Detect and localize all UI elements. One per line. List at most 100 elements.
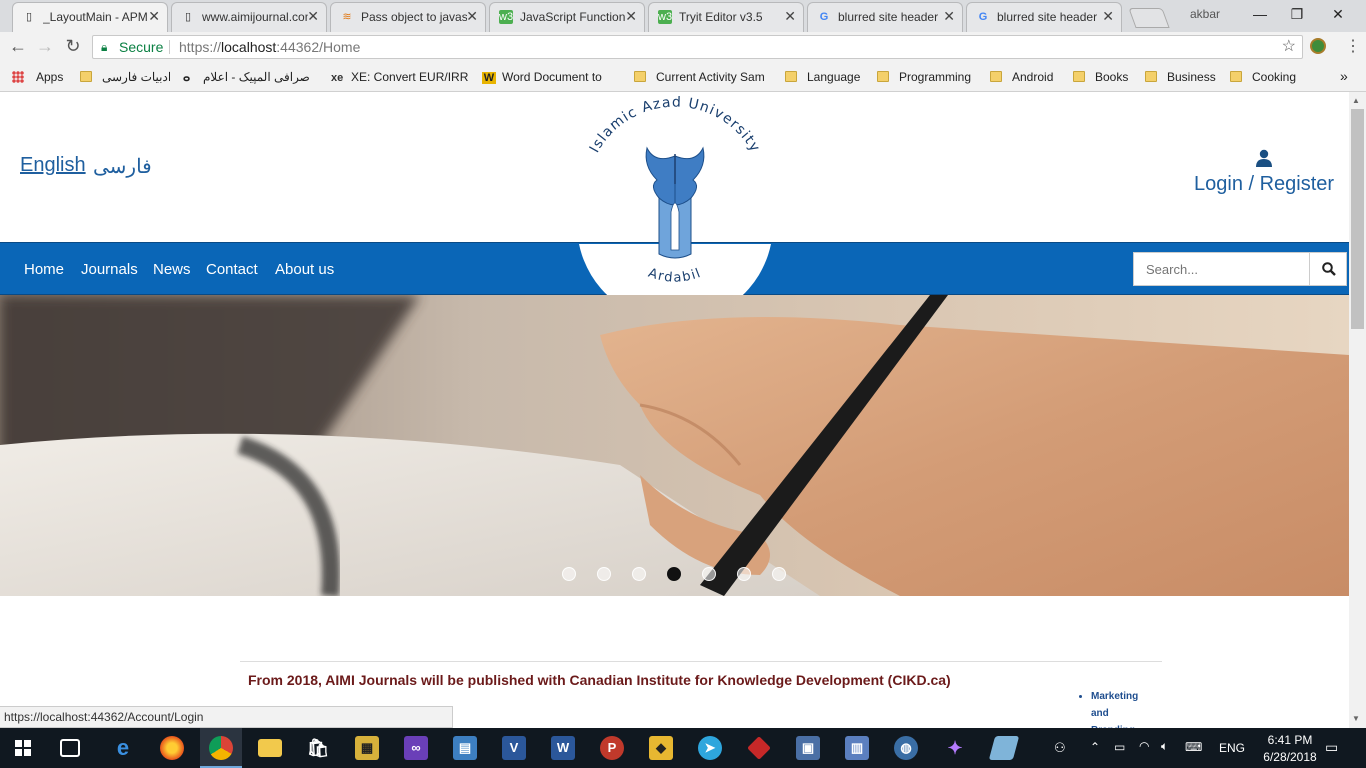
close-icon[interactable]: ✕ (307, 8, 319, 25)
bookmark-xe-convert[interactable]: xe XE: Convert EUR/IRR (331, 70, 469, 86)
tab-google-search-2[interactable]: G blurred site header ✕ (966, 2, 1122, 32)
folder-icon (877, 71, 889, 82)
bookmark-cooking[interactable]: Cooking (1230, 70, 1296, 86)
bookmark-word-document[interactable]: W Word Document to (482, 70, 617, 86)
close-icon[interactable]: ✕ (625, 8, 637, 25)
bookmark-books[interactable]: Books (1073, 70, 1128, 86)
scroll-thumb[interactable] (1351, 109, 1364, 329)
language-english-link[interactable]: English (20, 154, 86, 177)
bookmark-android[interactable]: Android (990, 70, 1053, 86)
url-text[interactable]: https://localhost:44362/Home (179, 36, 360, 58)
tab-aimijournal[interactable]: ▯ www.aimijournal.com ✕ (171, 2, 327, 32)
bookmark-language[interactable]: Language (785, 70, 860, 86)
new-tab-button[interactable] (1128, 8, 1170, 28)
close-icon[interactable]: ✕ (943, 8, 955, 25)
bookmark-persian-literature[interactable]: ادبیات فارسی (80, 70, 170, 86)
close-icon[interactable]: ✕ (1102, 8, 1114, 25)
back-icon[interactable]: ← (7, 36, 29, 57)
app-icon[interactable]: ▣ (796, 736, 820, 760)
app-icon[interactable]: ▥ (845, 736, 869, 760)
tab-title: www.aimijournal.com (202, 10, 308, 24)
minimize-button[interactable]: — (1242, 4, 1278, 24)
app-icon[interactable]: ◆ (649, 736, 673, 760)
keyboard-icon[interactable]: ⌨ (1185, 740, 1202, 754)
university-logo[interactable]: Islamic Azad University Ardabil (573, 94, 777, 296)
carousel-dot[interactable] (562, 567, 576, 581)
battery-icon[interactable]: ▭ (1114, 740, 1125, 754)
menu-icon[interactable]: ⋮ (1345, 36, 1361, 56)
carousel-dot[interactable] (702, 567, 716, 581)
app-icon[interactable] (988, 736, 1020, 760)
nav-contact[interactable]: Contact (206, 261, 258, 278)
file-explorer-icon[interactable] (258, 739, 282, 757)
bookmark-star-icon[interactable]: ☆ (1282, 36, 1296, 58)
carousel-dot[interactable] (772, 567, 786, 581)
clock-date[interactable]: 6/28/2018 (1254, 750, 1326, 764)
carousel-dot[interactable] (667, 567, 681, 581)
app-icon[interactable]: ▦ (355, 736, 379, 760)
window-close-button[interactable]: ✕ (1320, 4, 1356, 24)
telegram-icon[interactable]: ➤ (698, 736, 722, 760)
notifications-icon[interactable]: ▭ (1325, 739, 1338, 756)
forward-icon[interactable]: → (34, 36, 56, 57)
clock-time[interactable]: 6:41 PM (1260, 733, 1320, 747)
tab-javascript-function[interactable]: w3 JavaScript Function ✕ (489, 2, 645, 32)
page-scrollbar[interactable]: ▲ ▼ (1349, 92, 1366, 728)
chevron-up-icon[interactable]: ⌃ (1090, 740, 1100, 754)
app-icon[interactable]: ▤ (453, 736, 477, 760)
scroll-up-arrow-icon[interactable]: ▲ (1352, 96, 1360, 105)
app-icon[interactable]: P (600, 736, 624, 760)
volume-icon[interactable]: 🔈︎ (1161, 739, 1168, 754)
carousel-dot[interactable] (597, 567, 611, 581)
nav-news[interactable]: News (153, 261, 191, 278)
carousel-dot[interactable] (632, 567, 646, 581)
maximize-button[interactable]: ❐ (1279, 4, 1315, 24)
hero-carousel[interactable] (0, 295, 1349, 596)
tab-tryit-editor[interactable]: w3 Tryit Editor v3.5 ✕ (648, 2, 804, 32)
xe-icon: xe (331, 72, 344, 84)
chrome-icon[interactable] (209, 736, 233, 760)
wifi-icon[interactable]: ◠ (1139, 739, 1149, 753)
app-icon[interactable]: ✦ (943, 736, 967, 760)
carousel-dot[interactable] (737, 567, 751, 581)
close-icon[interactable]: ✕ (466, 8, 478, 25)
nav-journals[interactable]: Journals (81, 261, 138, 278)
bookmark-current-activity[interactable]: Current Activity Sam (634, 70, 770, 86)
bookmarks-overflow-icon[interactable]: » (1340, 68, 1348, 84)
tab-google-search-1[interactable]: G blurred site header ✕ (807, 2, 963, 32)
bookmark-olympic-exchange[interactable]: ⴰ صرافی المپیک - اعلام (183, 70, 320, 86)
visio-icon[interactable]: V (502, 736, 526, 760)
globe-icon[interactable]: ◍ (894, 736, 918, 760)
bookmark-apps[interactable]: Apps (12, 70, 63, 86)
app-icon[interactable] (747, 736, 771, 760)
search-button[interactable] (1309, 252, 1347, 286)
word-icon[interactable]: W (551, 736, 575, 760)
windows-start-icon[interactable] (15, 740, 31, 756)
language-farsi-link[interactable]: فارسی (93, 154, 152, 179)
search-input[interactable] (1133, 252, 1310, 286)
close-icon[interactable]: ✕ (148, 8, 160, 25)
journal-link-marketing[interactable]: Marketing and Branding Research (28) (1091, 688, 1155, 728)
scroll-down-arrow-icon[interactable]: ▼ (1352, 714, 1360, 723)
visual-studio-icon[interactable]: ∞ (404, 736, 428, 760)
extension-icon[interactable] (1310, 38, 1326, 54)
edge-icon[interactable]: e (111, 736, 135, 760)
bookmark-business[interactable]: Business (1145, 70, 1216, 86)
login-register-link[interactable]: Login / Register (1194, 173, 1334, 196)
nav-about-us[interactable]: About us (275, 261, 334, 278)
svg-text:Islamic Azad University: Islamic Azad University (587, 95, 764, 156)
tab-layoutmain[interactable]: ▯ _LayoutMain - APM ✕ (12, 2, 168, 32)
task-view-icon[interactable] (60, 739, 80, 757)
profile-name[interactable]: akbar (1190, 7, 1220, 21)
tab-pass-object[interactable]: ≋ Pass object to javascript ✕ (330, 2, 486, 32)
nav-home[interactable]: Home (24, 261, 64, 278)
people-icon[interactable]: ⚇ (1054, 740, 1066, 756)
firefox-icon[interactable] (160, 736, 184, 760)
reload-icon[interactable]: ↻ (62, 36, 84, 57)
address-bar[interactable]: 🔒︎ Secure https://localhost:44362/Home ☆ (92, 35, 1303, 59)
close-icon[interactable]: ✕ (784, 8, 796, 25)
input-language[interactable]: ENG (1219, 741, 1245, 755)
user-icon[interactable] (1256, 149, 1272, 167)
store-icon[interactable]: 🛍︎ (306, 736, 330, 760)
bookmark-programming[interactable]: Programming (877, 70, 971, 86)
